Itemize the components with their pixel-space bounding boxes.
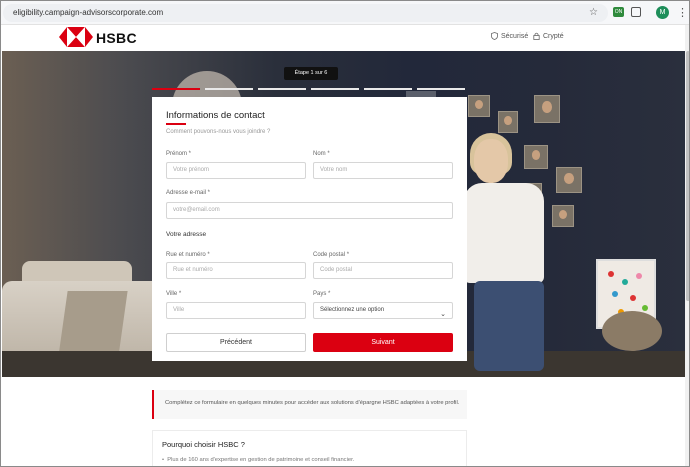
country-select-value: Sélectionnez une option (320, 307, 385, 313)
encrypted-label: Crypté (543, 32, 564, 40)
firstname-label: Prénom * (166, 151, 192, 157)
form-title: Informations de contact (166, 110, 265, 121)
email-label: Adresse e-mail * (166, 190, 211, 196)
form-subtitle: Comment pouvons-nous vous joindre ? (166, 129, 271, 135)
chevron-down-icon: ⌄ (440, 311, 446, 318)
hsbc-hexagon-logo-icon[interactable] (59, 27, 93, 47)
address-section-title: Votre adresse (166, 231, 207, 238)
city-label: Ville * (166, 291, 182, 297)
step-progress-bar (152, 88, 466, 91)
url-text[interactable]: eligibility.campaign-advisorscorporate.c… (13, 8, 163, 17)
secure-label: Sécurisé (501, 32, 529, 40)
street-label: Rue et numéro * (166, 252, 210, 258)
why-hsbc-item: • Plus de 160 ans d'expertise en gestion… (162, 457, 355, 463)
browser-window: eligibility.campaign-advisorscorporate.c… (0, 0, 690, 467)
contact-form-card: Informations de contact Comment pouvons-… (152, 97, 467, 361)
city-input[interactable]: Ville (166, 302, 306, 319)
brand-name[interactable]: HSBC (96, 30, 137, 46)
address-bar[interactable]: eligibility.campaign-advisorscorporate.c… (3, 4, 608, 22)
street-input[interactable]: Rue et numéro (166, 262, 306, 279)
extensions-puzzle-icon[interactable] (631, 7, 641, 17)
more-vert-icon[interactable]: ⋮ (677, 4, 688, 22)
country-select[interactable]: Sélectionnez une option ⌄ (313, 302, 453, 319)
site-header: HSBC Sécurisé Crypté (1, 25, 689, 51)
star-icon[interactable]: ☆ (589, 7, 598, 18)
email-input[interactable]: votre@email.com (166, 202, 453, 219)
progress-segment (258, 88, 306, 90)
encrypted-indicator: Crypté (533, 32, 564, 40)
progress-segment (311, 88, 359, 90)
scrollbar-thumb[interactable] (686, 51, 689, 301)
why-hsbc-item-text: Plus de 160 ans d'expertise en gestion d… (167, 457, 355, 463)
title-underline (166, 123, 186, 125)
info-note-text: Complétez ce formulaire en quelques minu… (165, 400, 460, 406)
progress-segment (152, 88, 200, 90)
firstname-input[interactable]: Votre prénom (166, 162, 306, 179)
lock-icon (533, 32, 540, 40)
previous-button[interactable]: Précédent (166, 333, 306, 352)
shield-icon (491, 32, 498, 40)
browser-toolbar: eligibility.campaign-advisorscorporate.c… (1, 1, 689, 25)
why-hsbc-section: Pourquoi choisir HSBC ? • Plus de 160 an… (152, 430, 467, 466)
profile-avatar[interactable]: M (656, 6, 669, 19)
postal-code-label: Code postal * (313, 252, 350, 258)
info-note: Complétez ce formulaire en quelques minu… (152, 390, 467, 419)
country-label: Pays * (313, 291, 331, 297)
lastname-input[interactable]: Votre nom (313, 162, 453, 179)
progress-segment (364, 88, 412, 90)
why-hsbc-title: Pourquoi choisir HSBC ? (162, 440, 245, 449)
secure-indicator: Sécurisé (491, 32, 528, 40)
postal-code-input[interactable]: Code postal (313, 262, 453, 279)
progress-segment (417, 88, 465, 90)
extension-icon[interactable]: ON (613, 7, 624, 17)
lastname-label: Nom * (313, 151, 330, 157)
next-button[interactable]: Suivant (313, 333, 453, 352)
progress-segment (205, 88, 253, 90)
step-indicator: Étape 1 sur 6 (284, 67, 338, 80)
